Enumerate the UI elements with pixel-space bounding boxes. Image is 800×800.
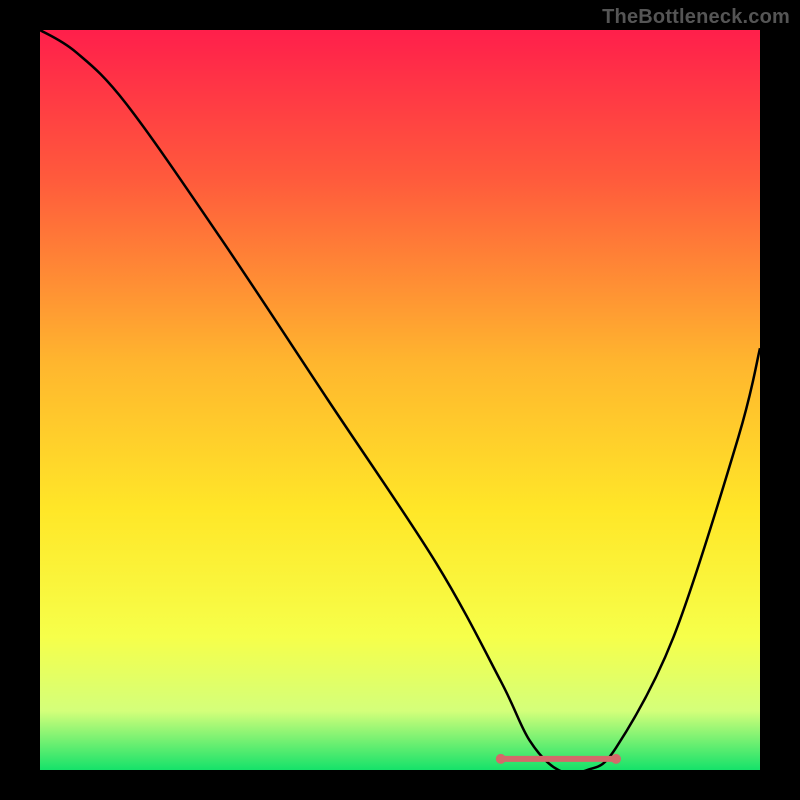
chart-container: TheBottleneck.com (0, 0, 800, 800)
gradient-background (40, 30, 760, 770)
plot-area (40, 30, 760, 770)
watermark-label: TheBottleneck.com (602, 6, 790, 29)
chart-svg (40, 30, 760, 770)
